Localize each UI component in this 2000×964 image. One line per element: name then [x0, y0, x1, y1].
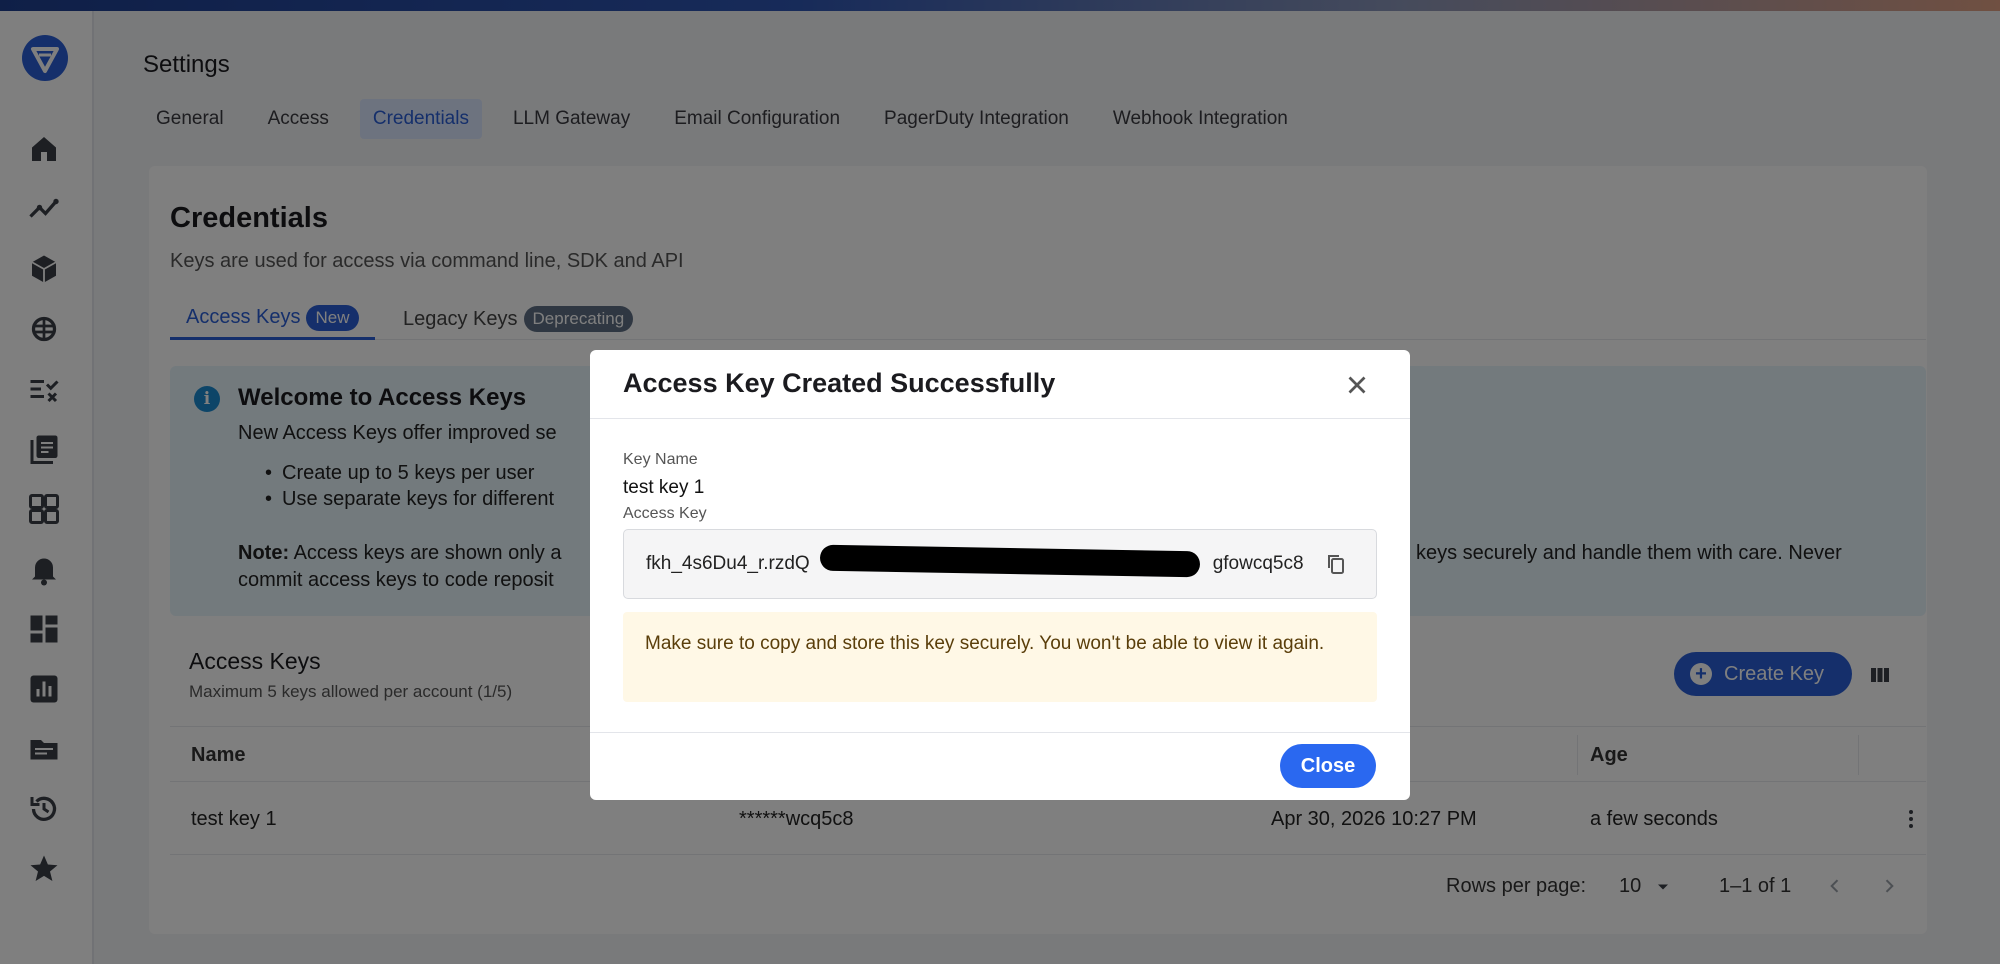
modal-divider — [590, 418, 1410, 419]
modal-divider — [590, 732, 1410, 733]
close-button[interactable]: Close — [1280, 744, 1376, 788]
access-key-suffix: gfowcq5c8 — [1212, 553, 1304, 574]
close-icon[interactable] — [1342, 370, 1372, 400]
key-name-label: Key Name — [623, 451, 698, 468]
access-key-label: Access Key — [623, 505, 707, 522]
key-name-value: test key 1 — [623, 477, 705, 498]
copy-warning: Make sure to copy and store this key sec… — [623, 612, 1377, 702]
access-key-field[interactable]: fkh_4s6Du4_r.rzdQ gfowcq5c8 — [623, 529, 1377, 599]
access-key-created-modal: Access Key Created Successfully Key Name… — [590, 350, 1410, 800]
copy-icon[interactable] — [1324, 552, 1348, 576]
access-key-prefix: fkh_4s6Du4_r.rzdQ — [646, 553, 810, 574]
modal-title: Access Key Created Successfully — [623, 368, 1056, 398]
